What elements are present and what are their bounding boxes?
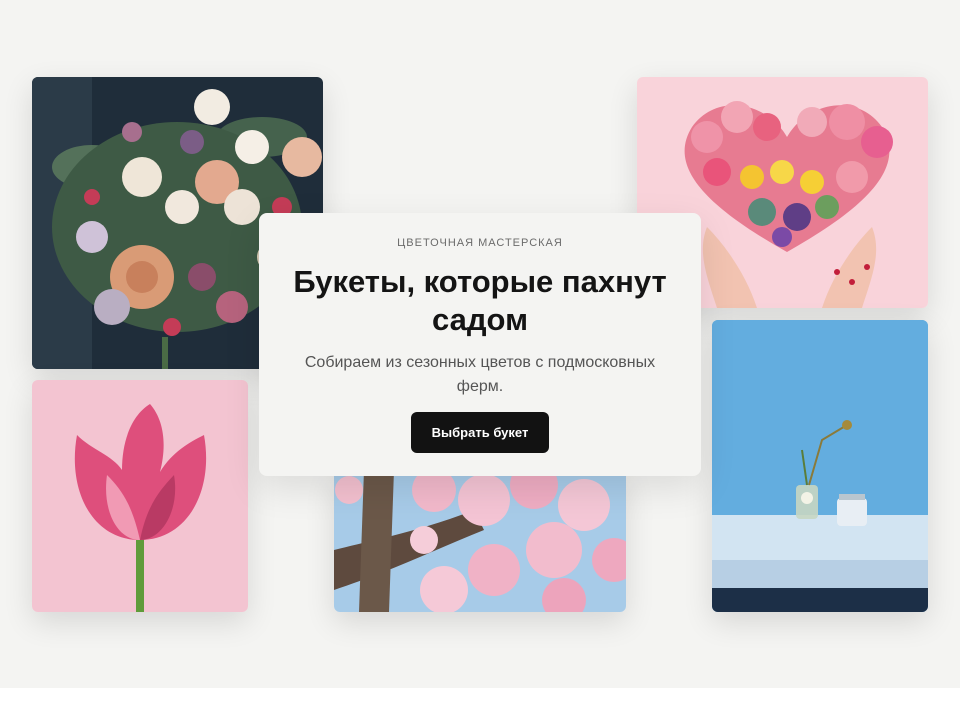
photo-pink-tulip [32, 380, 248, 612]
choose-bouquet-button[interactable]: Выбрать букет [411, 412, 549, 453]
page-footer-band [0, 688, 960, 720]
hero-eyebrow: ЦВЕТОЧНАЯ МАСТЕРСКАЯ [397, 237, 563, 249]
hero-card: ЦВЕТОЧНАЯ МАСТЕРСКАЯ Букеты, которые пах… [259, 213, 701, 476]
hero-title: Букеты, которые пахнут садом [293, 264, 667, 337]
photo-cherry-blossom [334, 470, 626, 612]
photo-vase-blue-wall [712, 320, 928, 612]
hero-subtitle: Собираем из сезонных цветов с подмосковн… [304, 354, 656, 395]
